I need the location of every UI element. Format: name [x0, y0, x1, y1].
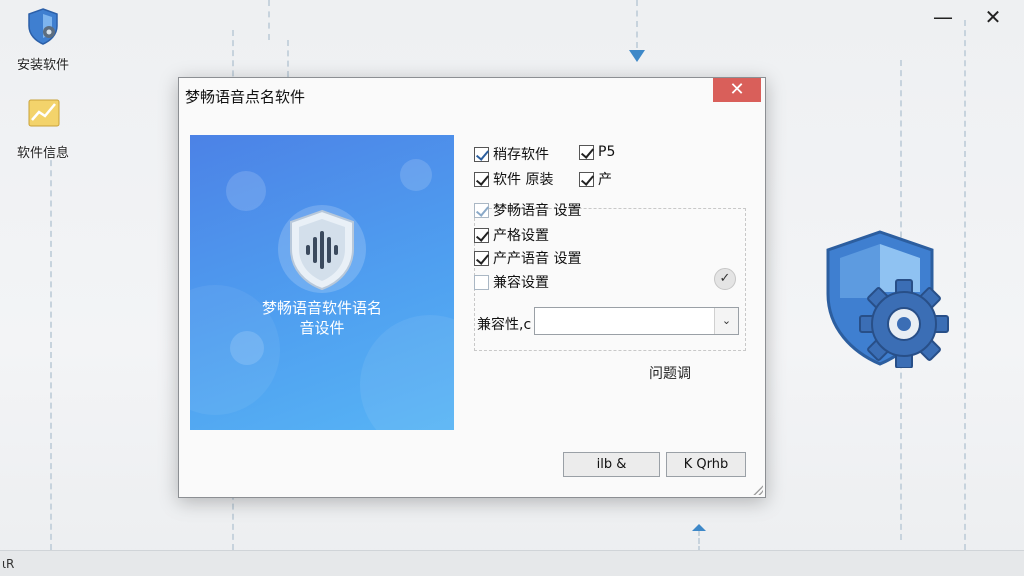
- checkbox-option[interactable]: 兼容设置: [474, 272, 549, 292]
- desktop-icon-install[interactable]: 安装软件: [8, 6, 78, 73]
- checkbox-option[interactable]: 产: [579, 169, 612, 189]
- arrow-down-icon: [629, 50, 645, 62]
- background-guide-line: [287, 40, 289, 77]
- checkbox-label: 产格设置: [493, 228, 549, 244]
- banner-caption-line: 梦畅语音软件语名: [261, 299, 382, 317]
- resize-grip[interactable]: [753, 485, 763, 495]
- background-guide-line: [636, 0, 638, 48]
- checkbox-label: 产产语音 设置: [493, 251, 582, 267]
- background-guide-line: [268, 0, 270, 40]
- checkbox-option[interactable]: 产格设置: [474, 225, 549, 245]
- checkbox-option[interactable]: 产产语音 设置: [474, 248, 581, 268]
- shield-icon: [28, 8, 58, 45]
- background-guide-line: [964, 20, 966, 550]
- taskbar: ιR: [0, 550, 1024, 576]
- checkbox-box[interactable]: [579, 171, 594, 187]
- checkbox-label: P5: [598, 144, 616, 160]
- checkbox-box[interactable]: [474, 146, 489, 162]
- checkbox-box[interactable]: [474, 274, 489, 290]
- desktop-icon-label: 软件信息: [16, 146, 69, 161]
- chart-icon: [28, 99, 60, 127]
- checkbox-box[interactable]: [474, 227, 489, 243]
- banner-caption-line: 音设件: [299, 319, 345, 337]
- banner-caption: 梦畅语音软件语名 音设件: [190, 298, 454, 338]
- ok-button[interactable]: ilb &: [563, 452, 660, 477]
- checkbox-box[interactable]: [474, 171, 489, 187]
- minimize-button[interactable]: —: [930, 4, 956, 30]
- checkbox-box[interactable]: [579, 144, 594, 160]
- arrow-up-icon: [692, 524, 706, 531]
- dialog-window: 梦畅语音点名软件 ✕ 梦畅语音软件语名 音设件 稍存软件 P5 软件 原装 产 …: [178, 77, 766, 498]
- compat-select[interactable]: ⌄: [534, 307, 739, 335]
- product-banner: 梦畅语音软件语名 音设件: [190, 135, 454, 430]
- checkbox-option[interactable]: 稍存软件: [474, 144, 549, 164]
- shield-gear-icon: [826, 230, 949, 368]
- banner-bubble: [400, 159, 432, 191]
- desktop-icon-info[interactable]: 软件信息: [8, 94, 78, 161]
- checkbox-box[interactable]: [474, 202, 489, 218]
- chevron-down-icon[interactable]: ⌄: [714, 308, 738, 334]
- checkbox-box[interactable]: [474, 250, 489, 266]
- close-button[interactable]: ✕: [980, 4, 1006, 30]
- combo-label: 兼容性,c: [477, 317, 532, 333]
- checkbox-option[interactable]: 软件 原装: [474, 169, 553, 189]
- help-text: 问题调: [649, 366, 691, 382]
- checkbox-label: 梦畅语音 设置: [493, 203, 582, 219]
- dialog-close-button[interactable]: ✕: [713, 78, 761, 102]
- voice-shield-icon: [278, 205, 366, 293]
- desktop-icon-label: 安装软件: [16, 58, 69, 73]
- background-guide-line: [50, 150, 52, 550]
- taskbar-text[interactable]: ιR: [2, 557, 14, 571]
- checkbox-label: 软件 原装: [493, 172, 554, 188]
- checkbox-label: 产: [598, 172, 612, 188]
- checkbox-label: 稍存软件: [493, 147, 549, 163]
- dialog-title: 梦畅语音点名软件: [185, 88, 306, 106]
- checkbox-option[interactable]: 梦畅语音 设置: [474, 200, 581, 220]
- cancel-button[interactable]: K Qrhb: [666, 452, 746, 477]
- banner-bubble: [226, 171, 266, 211]
- round-check-button[interactable]: ✓: [714, 268, 736, 290]
- checkbox-option[interactable]: P5: [579, 144, 615, 160]
- checkbox-label: 兼容设置: [493, 275, 549, 291]
